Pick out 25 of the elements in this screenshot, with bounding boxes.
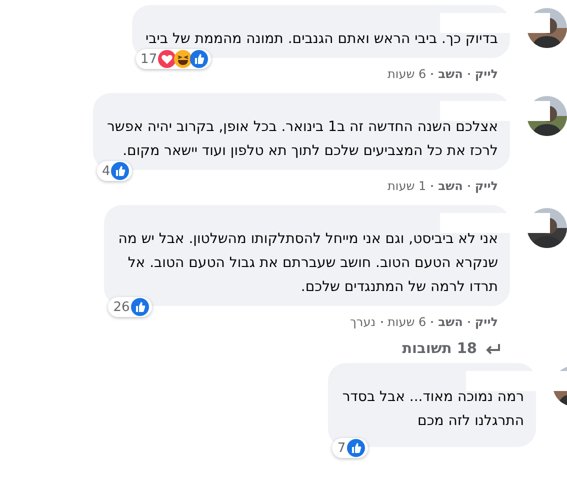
action-link[interactable]: לייק (474, 315, 498, 329)
comment-text: בדיוק כך. ביבי הראש ואתם הגנבים. תמונה מהממת של ביבי (146, 30, 498, 49)
thumbs-up-icon (130, 298, 149, 316)
reaction-badge[interactable]: 26 (108, 297, 152, 317)
action-link[interactable]: השב (438, 179, 463, 193)
timestamp[interactable]: 1 שעות (388, 179, 426, 193)
replies-link[interactable]: 18 תשובות (402, 341, 501, 357)
comment-text: אצלכם השנה החדשה זה ב1 בינואר. בכל אופן, בקרוב יהיה אפשר לרכז את כל המצביעים שלכם לתוך תא טלפון ועוד יישאר מקום. (107, 118, 498, 161)
comment-text: רמה נמוכה מאוד... אבל בסדר התרגלנו לזה מכם (342, 388, 524, 431)
action-link[interactable]: לייק (474, 179, 498, 193)
timestamp[interactable]: 6 שעות (388, 315, 426, 329)
thumbs-up-icon (111, 162, 130, 180)
edited-label: נערך (350, 315, 376, 329)
action-link[interactable]: השב (438, 315, 463, 329)
reaction-badge[interactable]: 7 (332, 438, 368, 458)
timestamp[interactable]: 6 שעות (388, 67, 426, 81)
laughing-face-icon (174, 50, 192, 68)
action-link[interactable]: לייק (474, 67, 498, 81)
action-link[interactable]: השב (438, 67, 463, 81)
comment-text: אני לא ביביסט, וגם אני מייחל להסתלקותו מהשלטון. אבל יש מה שנקרא הטעם הטוב. חושב שעברתם את גבול הטעם הטוב. אל תרדו לרמה של המתנגדים שלכם. (118, 230, 498, 297)
reaction-badge[interactable]: 17 (136, 49, 212, 69)
thumbs-up-icon (346, 439, 365, 457)
reply-arrow-icon (485, 342, 501, 356)
thumbs-up-icon (190, 50, 208, 68)
reaction-badge[interactable]: 4 (97, 161, 132, 181)
